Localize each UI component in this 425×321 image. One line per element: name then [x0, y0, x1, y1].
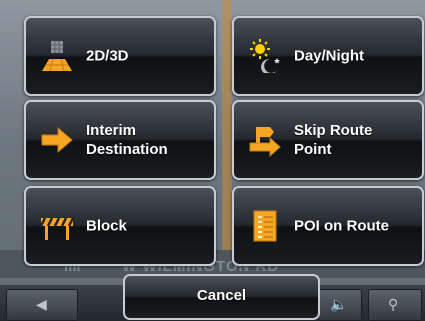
- tile-label: Interim Destination: [86, 122, 168, 158]
- cancel-button[interactable]: Cancel: [123, 274, 320, 320]
- back-arrow-icon: ◀: [36, 296, 47, 312]
- tile-label: Block: [86, 217, 127, 235]
- tile-label: POI on Route: [294, 217, 389, 235]
- poi-list-icon: [253, 210, 277, 242]
- toggle-2d3d-button[interactable]: 2D/3D: [24, 16, 216, 96]
- tile-label: Day/Night: [294, 47, 365, 65]
- roadblock-icon: [40, 217, 74, 240]
- 2d-3d-icon: [42, 41, 72, 72]
- tile-label: Skip Route Point: [294, 122, 373, 158]
- block-button[interactable]: Block: [24, 186, 216, 266]
- skip-route-icon: [249, 127, 281, 157]
- day-night-icon: [250, 39, 280, 73]
- poi-on-route-button[interactable]: POI on Route: [232, 186, 424, 266]
- arrow-right-icon: [41, 126, 73, 154]
- skip-route-point-button[interactable]: Skip Route Point: [232, 100, 424, 180]
- day-night-button[interactable]: Day/Night: [232, 16, 424, 96]
- tile-label: 2D/3D: [86, 47, 129, 65]
- speaker-icon: 🔈: [330, 296, 348, 312]
- interim-destination-button[interactable]: Interim Destination: [24, 100, 216, 180]
- search-icon: ⚲: [388, 296, 399, 312]
